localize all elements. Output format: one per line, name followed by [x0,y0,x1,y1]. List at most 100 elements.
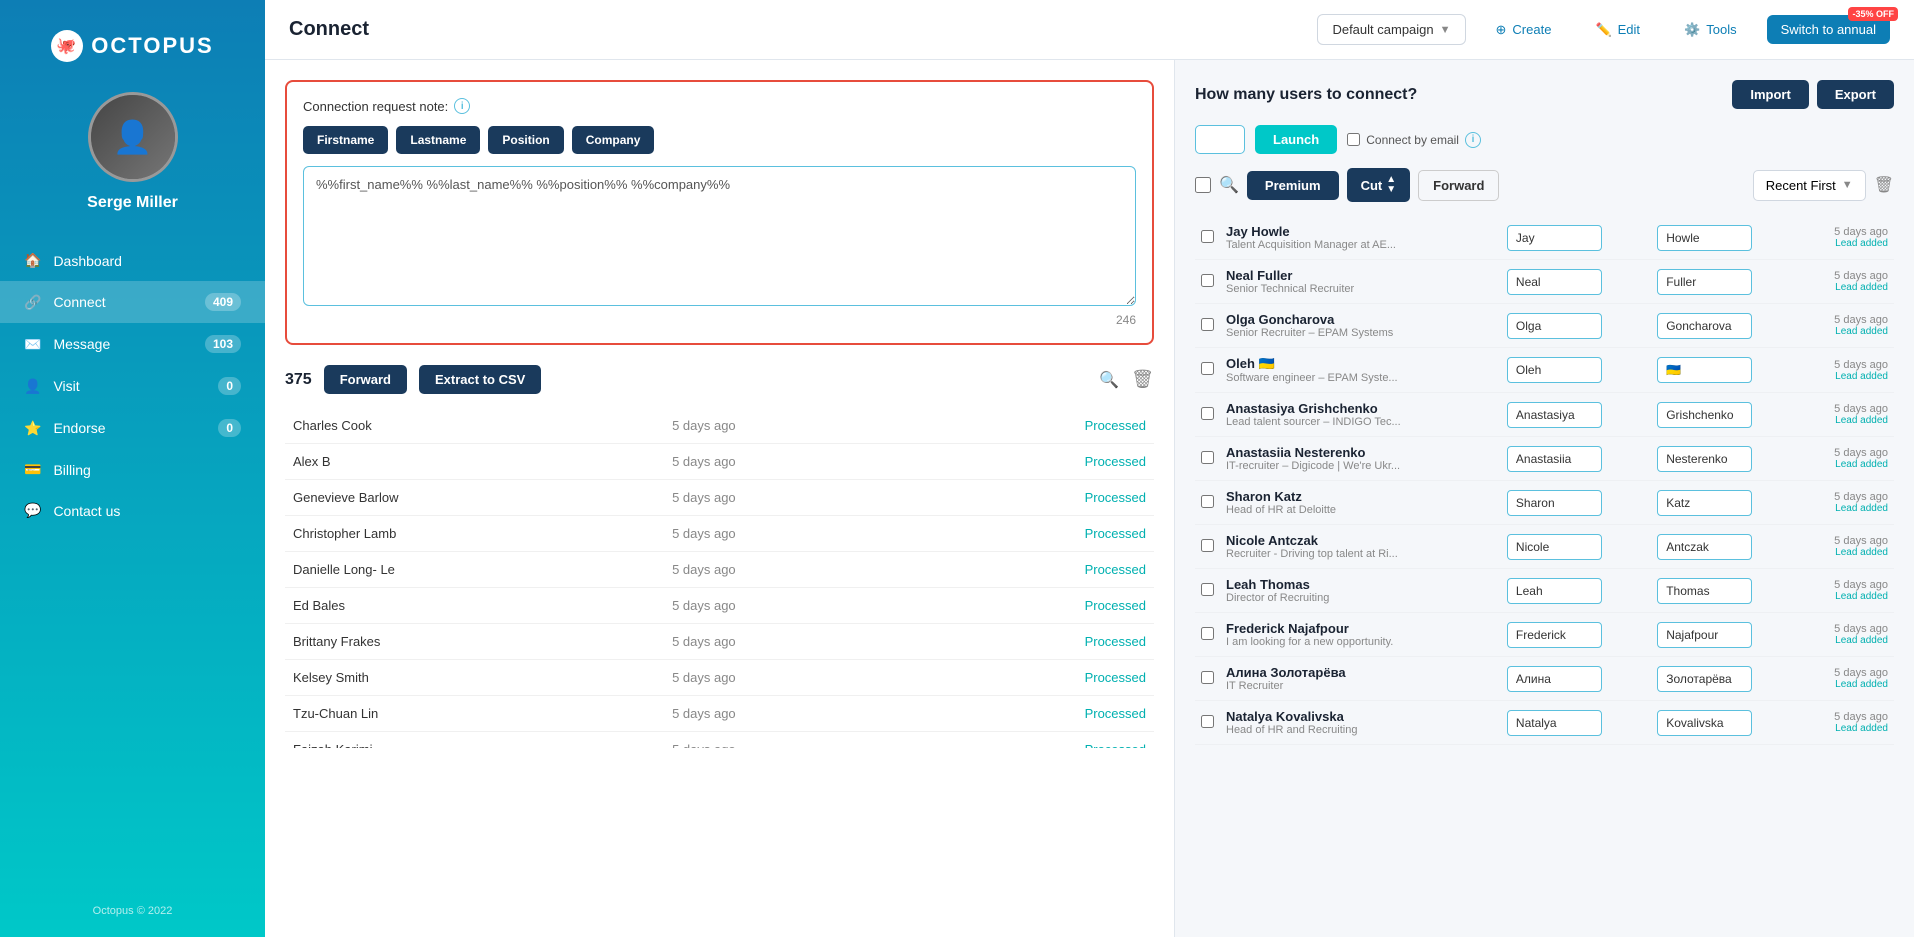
lead-added: Lead added [1808,415,1888,426]
edit-button[interactable]: ✏️ Edit [1581,15,1654,45]
premium-filter-button[interactable]: Premium [1247,171,1339,200]
filter-row: 🔍 Premium Cut ▲▼ Forward Recent First ▼ … [1195,168,1894,202]
lead-last-input[interactable] [1657,666,1752,692]
sidebar-item-visit[interactable]: 👤 Visit 0 [0,365,265,407]
lead-checkbox[interactable] [1201,362,1214,375]
leads-delete-button[interactable]: 🗑 [1874,175,1894,195]
list-item: Olga Goncharova Senior Recruiter – EPAM … [1195,304,1894,348]
forward-button[interactable]: Forward [324,365,407,394]
tag-position[interactable]: Position [488,126,563,154]
lead-added: Lead added [1808,371,1888,382]
lead-first-input[interactable] [1507,622,1602,648]
char-count: 246 [303,313,1136,327]
main-content: Connect Default campaign ▼ ⊕ Create ✏️ E… [265,0,1914,937]
lead-last-input[interactable] [1657,402,1752,428]
lead-name: Nicole Antczak [1226,533,1495,548]
lead-last-input[interactable] [1657,313,1752,339]
select-all-checkbox[interactable] [1195,177,1211,193]
info-icon[interactable]: i [454,98,470,114]
lead-last-input[interactable] [1657,269,1752,295]
cut-button[interactable]: Cut ▲▼ [1347,168,1411,202]
lead-last-input[interactable] [1657,622,1752,648]
lead-checkbox[interactable] [1201,539,1214,552]
lead-checkbox[interactable] [1201,495,1214,508]
lead-checkbox[interactable] [1201,407,1214,420]
lead-first-input[interactable] [1507,534,1602,560]
queue-search-button[interactable]: 🔍 [1099,370,1119,390]
lead-time: 5 days ago [1808,711,1888,723]
lead-checkbox[interactable] [1201,671,1214,684]
lead-status: Processed [912,660,1154,696]
sidebar-item-message[interactable]: ✉️ Message 103 [0,323,265,365]
connect-header: How many users to connect? Import Export [1195,80,1894,109]
launch-button[interactable]: Launch [1255,125,1337,154]
lead-first-input[interactable] [1507,666,1602,692]
lead-last-input[interactable] [1657,446,1752,472]
lead-checkbox[interactable] [1201,583,1214,596]
lead-first-input[interactable] [1507,313,1602,339]
lead-added: Lead added [1808,591,1888,602]
lead-first-input[interactable] [1507,446,1602,472]
sidebar-item-connect[interactable]: 🔗 Connect 409 [0,281,265,323]
sidebar-item-contact[interactable]: 💬 Contact us [0,490,265,531]
switch-label: Switch to annual [1781,22,1876,37]
tag-buttons: Firstname Lastname Position Company [303,126,1136,154]
lead-first-input[interactable] [1507,710,1602,736]
lead-title: I am looking for a new opportunity. [1226,636,1495,648]
dashboard-icon: 🏠 [24,252,41,269]
leads-search-button[interactable]: 🔍 [1219,175,1239,195]
queue-header: 375 Forward Extract to CSV 🔍 🗑 [285,365,1154,394]
lead-first-input[interactable] [1507,357,1602,383]
recent-first-select[interactable]: Recent First ▼ [1753,170,1866,201]
lead-name: Алина Золотарёва [1226,665,1495,680]
queue-delete-button[interactable]: 🗑 [1131,369,1154,390]
lead-last-input[interactable] [1657,534,1752,560]
tag-company[interactable]: Company [572,126,655,154]
lead-last-input[interactable] [1657,710,1752,736]
extract-csv-button[interactable]: Extract to CSV [419,365,541,394]
leads-table: Jay Howle Talent Acquisition Manager at … [1195,216,1894,745]
lead-first-input[interactable] [1507,269,1602,295]
lead-first-input[interactable] [1507,225,1602,251]
sidebar-item-endorse[interactable]: ⭐ Endorse 0 [0,407,265,449]
lead-checkbox[interactable] [1201,715,1214,728]
trash-icon: 🗑 [1131,369,1154,389]
campaign-select[interactable]: Default campaign ▼ [1317,14,1465,45]
lead-first-input[interactable] [1507,578,1602,604]
lead-last-input[interactable] [1657,490,1752,516]
list-item: Алина Золотарёва IT Recruiter 5 days ago… [1195,657,1894,701]
export-button[interactable]: Export [1817,80,1894,109]
lead-first-input[interactable] [1507,402,1602,428]
search-icon: 🔍 [1099,372,1119,389]
lead-name: Christopher Lamb [285,516,664,552]
message-input[interactable] [303,166,1136,306]
lead-time: 5 days ago [1808,579,1888,591]
forward-button-2[interactable]: Forward [1418,170,1499,201]
switch-annual-button[interactable]: Switch to annual -35% OFF [1767,15,1890,44]
chevron-down-icon: ▼ [1440,24,1451,36]
create-button[interactable]: ⊕ Create [1482,15,1566,45]
lead-checkbox[interactable] [1201,627,1214,640]
lead-checkbox[interactable] [1201,230,1214,243]
list-item: Natalya Kovalivska Head of HR and Recrui… [1195,701,1894,745]
lead-last-input[interactable] [1657,357,1752,383]
lead-last-input[interactable] [1657,225,1752,251]
connect-icon: 🔗 [24,294,41,311]
lead-last-input[interactable] [1657,578,1752,604]
import-button[interactable]: Import [1732,80,1808,109]
tag-firstname[interactable]: Firstname [303,126,388,154]
sidebar: 🐙 OCTOPUS 👤 Serge Miller 🏠 Dashboard 🔗 C… [0,0,265,937]
sidebar-item-dashboard[interactable]: 🏠 Dashboard [0,240,265,281]
lead-checkbox[interactable] [1201,274,1214,287]
gear-icon: ⚙️ [1684,22,1700,38]
email-checkbox[interactable] [1347,133,1360,146]
email-info-icon[interactable]: i [1465,132,1481,148]
tag-lastname[interactable]: Lastname [396,126,480,154]
tools-button[interactable]: ⚙️ Tools [1670,15,1751,45]
table-row: Christopher Lamb 5 days ago Processed [285,516,1154,552]
user-count-input[interactable] [1195,125,1245,154]
lead-checkbox[interactable] [1201,451,1214,464]
sidebar-item-billing[interactable]: 💳 Billing [0,449,265,490]
lead-checkbox[interactable] [1201,318,1214,331]
lead-first-input[interactable] [1507,490,1602,516]
